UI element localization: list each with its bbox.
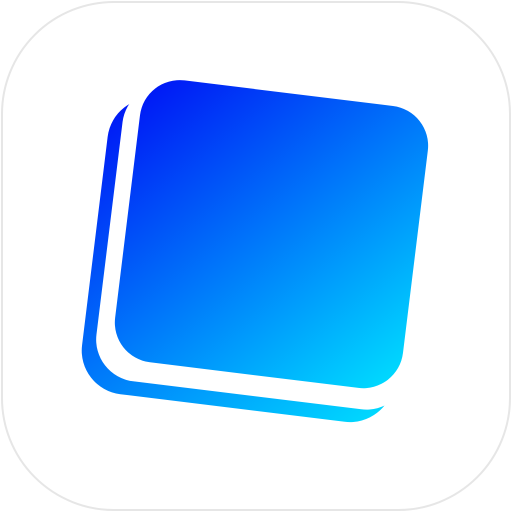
app-icon[interactable] xyxy=(0,0,512,512)
front-layer xyxy=(114,80,429,389)
app-icon-svg xyxy=(1,1,511,511)
